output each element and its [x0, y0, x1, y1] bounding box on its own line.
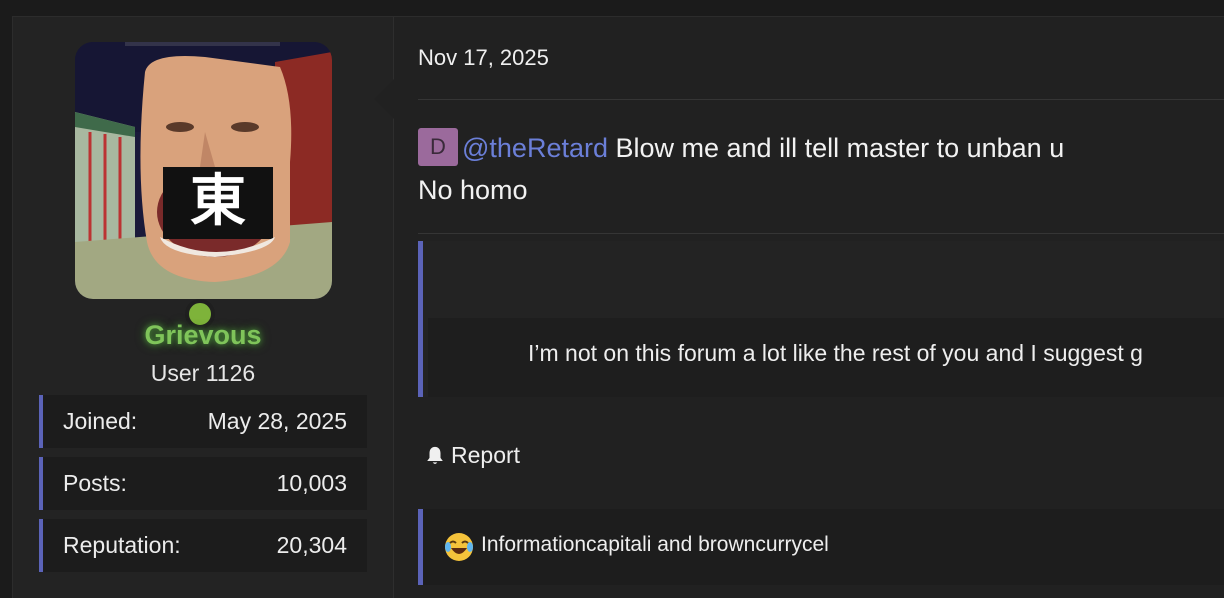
username[interactable]: Grievous [13, 320, 393, 351]
avatar-glyph: 東 [190, 169, 246, 234]
crying-laughing-emoji-icon [445, 533, 473, 561]
stat-label: Posts: [63, 470, 127, 496]
quote-block[interactable]: I’m not on this forum a lot like the res… [418, 241, 1224, 397]
stat-joined: Joined: May 28, 2025 [39, 395, 367, 448]
post-content: Nov 17, 2025 D @theRetard Blow me and ill… [374, 17, 1224, 598]
stat-label: Joined: [63, 408, 138, 434]
mention-avatar[interactable]: D [418, 127, 458, 166]
mention-link[interactable]: @theRetard [462, 133, 608, 163]
stat-value: 10,003 [276, 470, 347, 496]
forum-post: 東 Grievous User 1126 Joined: May 28, 202… [12, 16, 1224, 598]
page: 東 Grievous User 1126 Joined: May 28, 202… [0, 0, 1224, 598]
quote-text: I’m not on this forum a lot like the res… [528, 340, 1143, 366]
stat-value: 20,304 [276, 532, 347, 558]
divider [418, 99, 1224, 100]
message-text-line2: No homo [418, 175, 528, 205]
avatar-container: 東 [75, 42, 332, 329]
post-date[interactable]: Nov 17, 2025 [418, 45, 549, 71]
post-message: D @theRetard Blow me and ill tell master … [418, 127, 1064, 211]
report-label: Report [451, 442, 521, 468]
report-button[interactable]: Report [424, 442, 520, 469]
bubble-pointer [374, 79, 394, 119]
reactions-bar[interactable]: Informationcapitali and browncurrycel [418, 509, 1224, 585]
avatar[interactable]: 東 [75, 42, 332, 299]
stat-label: Reputation: [63, 532, 181, 558]
stat-posts: Posts: 10,003 [39, 457, 367, 510]
quote-body: I’m not on this forum a lot like the res… [428, 318, 1224, 397]
stat-value: May 28, 2025 [207, 408, 347, 434]
user-title: User 1126 [150, 360, 256, 386]
stat-reputation: Reputation: 20,304 [39, 519, 367, 572]
reactions-text[interactable]: Informationcapitali and browncurrycel [481, 533, 829, 557]
user-sidebar: 東 Grievous User 1126 Joined: May 28, 202… [13, 17, 394, 598]
bell-icon [427, 446, 443, 464]
message-text: Blow me and ill tell master to unban u [607, 133, 1065, 163]
divider [418, 233, 1224, 234]
